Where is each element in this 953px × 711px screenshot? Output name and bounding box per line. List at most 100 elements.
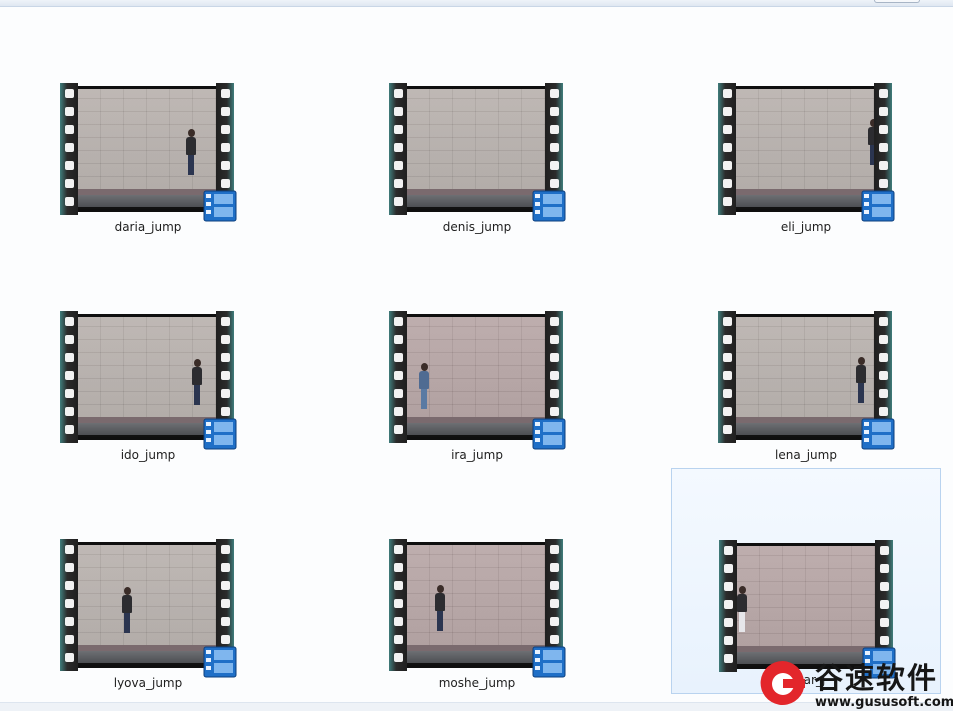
- film-perforation: [394, 107, 403, 116]
- film-perforation: [879, 161, 888, 170]
- video-frame: [407, 542, 545, 668]
- film-perforation: [723, 353, 732, 362]
- film-perforation: [550, 617, 559, 626]
- film-perforation: [221, 635, 230, 644]
- film-perforation: [723, 161, 732, 170]
- film-perforation: [724, 600, 733, 609]
- film-perforation: [550, 371, 559, 380]
- film-perforation: [221, 617, 230, 626]
- video-frame: [78, 314, 216, 440]
- person-figure: [186, 129, 196, 175]
- frame-ground: [78, 423, 216, 435]
- person-body: [435, 593, 445, 611]
- person-figure: [122, 587, 132, 633]
- file-name-label: lena_jump: [775, 448, 837, 462]
- film-perforation: [723, 317, 732, 326]
- film-perforation: [550, 389, 559, 398]
- film-perforation: [879, 143, 888, 152]
- film-perforation: [724, 546, 733, 555]
- film-perforation: [65, 581, 74, 590]
- film-perforation: [394, 563, 403, 572]
- file-item[interactable]: ira_jump: [329, 235, 599, 462]
- film-perforation: [879, 107, 888, 116]
- person-legs: [858, 383, 864, 403]
- video-frame: [78, 86, 216, 212]
- video-frame: [78, 542, 216, 668]
- file-item[interactable]: lena_jump: [658, 235, 928, 462]
- window-title-bar: [0, 0, 953, 7]
- watermark-url: www.gususoft.com: [815, 695, 953, 710]
- film-perforation: [550, 407, 559, 416]
- video-file-icon: [861, 190, 895, 222]
- film-perforation: [65, 89, 74, 98]
- film-perforation: [550, 599, 559, 608]
- film-perforation: [879, 125, 888, 134]
- film-perforation: [724, 564, 733, 573]
- file-item[interactable]: moshe_jump: [329, 463, 599, 690]
- frame-wall: [736, 317, 874, 417]
- file-item[interactable]: lyova_jump: [0, 463, 270, 690]
- video-file-icon: [532, 190, 566, 222]
- file-name-label: denis_jump: [442, 220, 512, 234]
- person-head: [188, 129, 195, 137]
- film-perforation: [221, 389, 230, 398]
- film-perforation: [65, 197, 74, 206]
- film-perforation: [880, 564, 889, 573]
- film-perforation: [65, 179, 74, 188]
- film-perforation: [550, 179, 559, 188]
- film-perforation: [394, 407, 403, 416]
- film-perforation: [394, 317, 403, 326]
- film-perforation: [550, 581, 559, 590]
- film-perforation: [65, 107, 74, 116]
- file-name-label: lyova_jump: [113, 676, 183, 690]
- frame-wall: [737, 546, 875, 646]
- film-perforation: [723, 107, 732, 116]
- film-perforation: [550, 563, 559, 572]
- file-item[interactable]: daria_jump: [0, 7, 270, 234]
- film-perforation: [879, 371, 888, 380]
- film-strip-edge: [60, 311, 78, 443]
- film-perforation: [221, 125, 230, 134]
- video-file-icon: [532, 646, 566, 678]
- person-head: [194, 359, 201, 367]
- film-perforation: [65, 335, 74, 344]
- film-perforation: [550, 545, 559, 554]
- film-perforation: [723, 425, 732, 434]
- film-perforation: [65, 161, 74, 170]
- film-perforation: [221, 599, 230, 608]
- frame-wall: [78, 545, 216, 645]
- film-perforation: [221, 143, 230, 152]
- film-perforation: [879, 317, 888, 326]
- person-legs: [870, 145, 874, 165]
- film-perforation: [65, 635, 74, 644]
- window-control-button[interactable]: [874, 0, 920, 3]
- film-perforation: [880, 582, 889, 591]
- video-frame: [407, 86, 545, 212]
- film-perforation: [724, 582, 733, 591]
- frame-ground: [407, 651, 545, 663]
- video-frame: [407, 314, 545, 440]
- person-figure: [737, 586, 747, 632]
- film-perforation: [221, 353, 230, 362]
- file-item[interactable]: denis_jump: [329, 7, 599, 234]
- frame-ground: [736, 423, 874, 435]
- person-head: [858, 357, 865, 365]
- person-legs: [437, 611, 443, 631]
- person-legs: [421, 389, 427, 409]
- film-strip-edge: [389, 83, 407, 215]
- film-perforation: [724, 654, 733, 663]
- video-file-icon: [203, 190, 237, 222]
- film-perforation: [394, 635, 403, 644]
- person-body: [419, 371, 429, 389]
- film-perforation: [394, 425, 403, 434]
- file-item[interactable]: ido_jump: [0, 235, 270, 462]
- frame-ground: [78, 195, 216, 207]
- file-item[interactable]: eli_jump: [658, 7, 928, 234]
- film-perforation: [723, 335, 732, 344]
- person-figure: [868, 119, 874, 165]
- person-head: [870, 119, 874, 127]
- person-head: [739, 586, 746, 594]
- film-perforation: [394, 653, 403, 662]
- film-perforation: [723, 179, 732, 188]
- film-perforation: [221, 179, 230, 188]
